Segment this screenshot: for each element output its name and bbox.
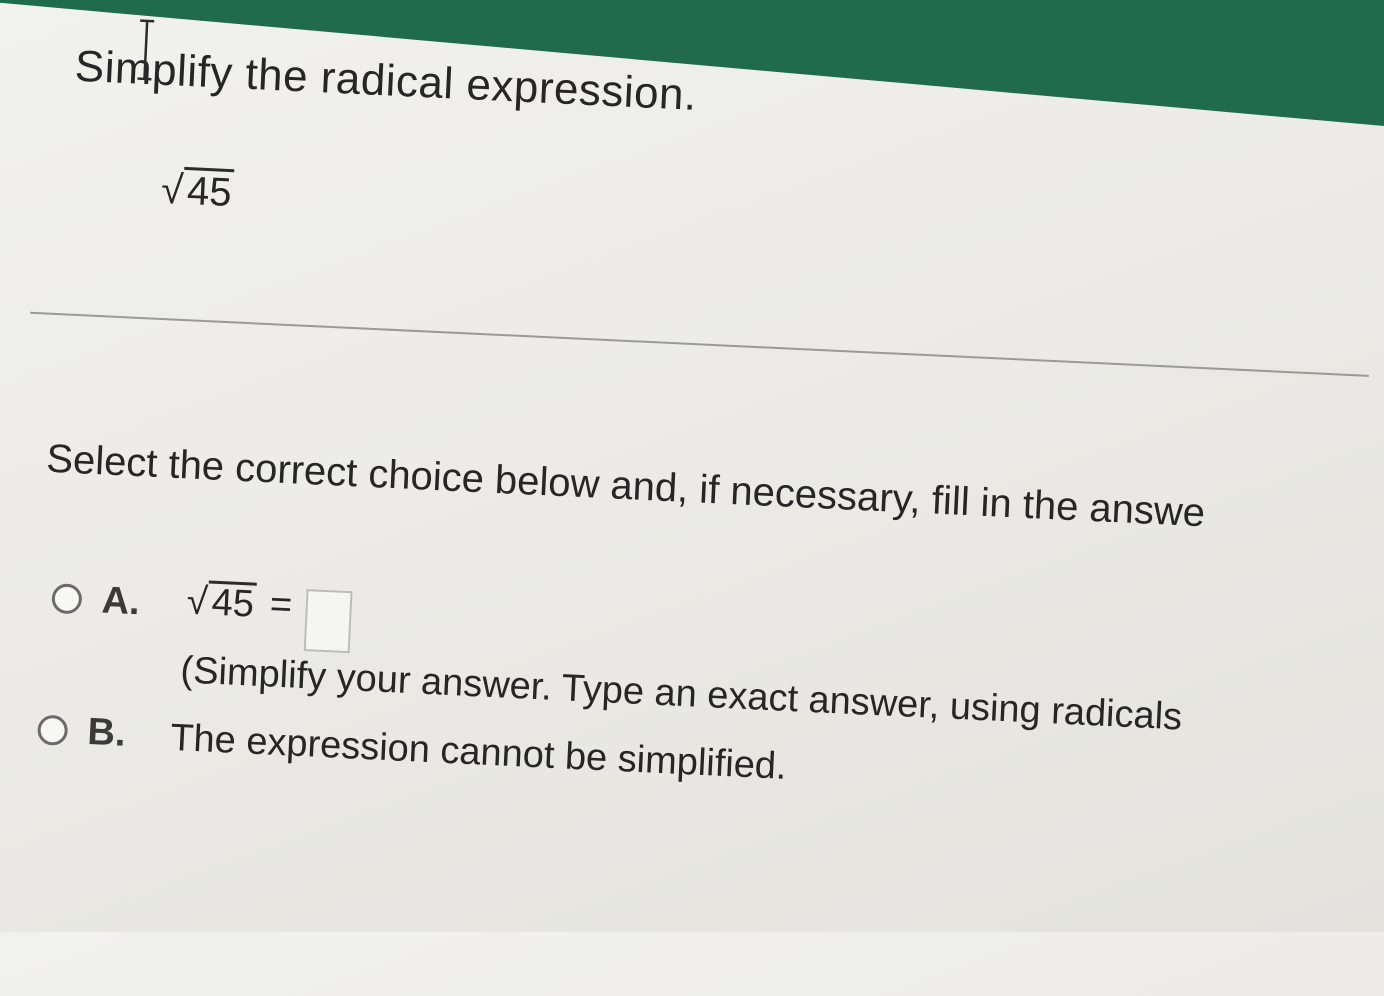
instruction-text: Select the correct choice below and, if … [45, 436, 1207, 536]
equals-sign: = [268, 583, 294, 627]
choice-b-radio[interactable] [36, 714, 69, 746]
section-divider [30, 311, 1369, 377]
question-prompt: Simplify the radical expression. [73, 41, 698, 120]
choice-a-letter: A. [100, 579, 141, 624]
choice-b-text: The expression cannot be simplified. [169, 716, 788, 788]
choice-a-expression: √45 = [185, 579, 353, 654]
question-page: Simplify the radical expression. √45 Sel… [0, 0, 1382, 996]
choice-b-letter: B. [86, 710, 127, 755]
answer-input-box[interactable] [304, 589, 353, 654]
problem-radicand: 45 [182, 166, 235, 215]
text-cursor-icon [137, 19, 155, 81]
problem-expression: √45 [160, 166, 235, 216]
choice-a-radio[interactable] [51, 583, 83, 615]
square-root-icon: √45 [186, 579, 257, 626]
square-root-icon: √45 [160, 166, 235, 216]
choice-a-radicand: 45 [206, 580, 257, 626]
